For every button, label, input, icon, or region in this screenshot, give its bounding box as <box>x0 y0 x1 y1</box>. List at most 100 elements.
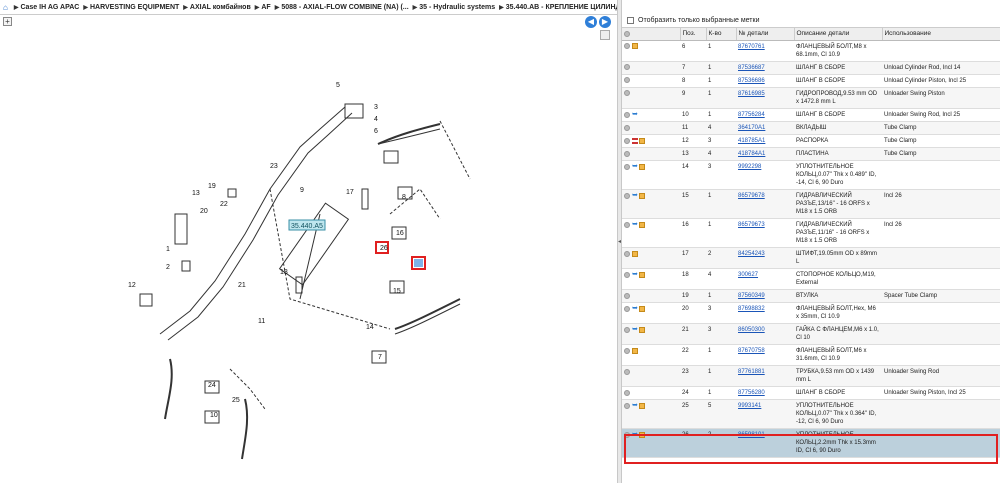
select-radio-icon[interactable] <box>624 368 630 375</box>
replace-arrow-icon[interactable]: ➥ <box>632 305 638 313</box>
cart-box-icon[interactable] <box>638 193 645 200</box>
part-number-link[interactable]: 86579673 <box>738 222 765 228</box>
breadcrumb-item[interactable]: 35.440.AB - КРЕПЛЕНИЕ ЦИЛИНДРА ПОВ... <box>506 4 620 11</box>
cart-box-icon[interactable] <box>632 347 638 354</box>
part-number-link[interactable]: 87670761 <box>738 44 765 50</box>
callout-number[interactable]: 5 <box>336 82 340 89</box>
select-radio-icon[interactable] <box>624 327 630 334</box>
callout-number[interactable]: 24 <box>208 382 216 389</box>
part-number-link[interactable]: 87670758 <box>738 348 765 354</box>
column-header[interactable]: К-во <box>706 28 737 41</box>
part-number-link[interactable]: 300627 <box>738 272 758 278</box>
table-row[interactable]: 6 1 87670761 ФЛАНЦЕВЫЙ БОЛТ,M8 x 68.1mm, Cl… <box>622 40 1000 62</box>
callout-number[interactable]: 26 <box>380 245 388 252</box>
table-row[interactable]: 23 1 87761881 ТРУБКА,9.53 mm OD x 1439 mm L… <box>622 365 1000 388</box>
callout-number[interactable]: 7 <box>378 354 382 361</box>
part-number-link[interactable]: 86579678 <box>738 193 765 199</box>
table-row[interactable]: ➥ 25 5 9993141 УПЛОТНИТЕЛЬНОЕ КОЛЬЦ,0.07" Th… <box>622 399 1000 430</box>
callout-number[interactable]: 2 <box>166 264 170 271</box>
breadcrumb-item[interactable]: Case IH AG APAC <box>20 4 79 11</box>
select-radio-icon[interactable] <box>624 193 630 200</box>
part-number-link[interactable]: 87756284 <box>738 112 765 118</box>
part-number-link[interactable]: 87560349 <box>738 293 765 299</box>
table-row[interactable]: ➥ 18 4 300627 СТОПОРНОЕ КОЛЬЦО,M19, External <box>622 268 1000 291</box>
callout-number[interactable]: 6 <box>374 128 378 135</box>
select-radio-icon[interactable] <box>624 42 630 49</box>
cart-box-icon[interactable] <box>639 137 645 144</box>
table-row[interactable]: 8 1 87536686 ШЛАНГ В СБОРЕ Unload Cylinder P… <box>622 74 1000 88</box>
part-number-link[interactable]: 87698832 <box>738 306 765 312</box>
part-number-link[interactable]: 87536687 <box>738 65 765 71</box>
back-arrow-icon[interactable]: ◀ <box>585 16 597 28</box>
part-number-link[interactable]: 418784A1 <box>738 151 765 157</box>
table-row[interactable]: 19 1 87560349 ВТУЛКА Spacer Tube Clamp <box>622 289 1000 304</box>
select-radio-icon[interactable] <box>624 63 630 70</box>
table-row[interactable]: ➥ 10 1 87756284 ШЛАНГ В СБОРЕ Unloader Swing … <box>622 108 1000 123</box>
part-number-link[interactable]: 87756280 <box>738 390 765 396</box>
select-radio-icon[interactable] <box>624 150 630 157</box>
column-header[interactable] <box>622 28 681 41</box>
table-row[interactable]: 12 3 418785A1 РАСПОРКА Tube Clamp <box>622 134 1000 149</box>
show-selected-checkbox[interactable] <box>627 17 634 24</box>
cart-box-icon[interactable] <box>632 250 638 257</box>
callout-number[interactable]: 15 <box>393 288 401 295</box>
cart-box-icon[interactable] <box>638 403 645 410</box>
part-number-link[interactable]: 9993141 <box>738 403 761 409</box>
callout-number[interactable]: 13 <box>192 190 200 197</box>
callout-number[interactable]: 11 <box>258 318 265 325</box>
part-number-link[interactable]: 84254243 <box>738 251 765 257</box>
cart-box-icon[interactable] <box>638 327 645 334</box>
table-row[interactable]: ➥ 21 3 86050300 ГАЙКА С ФЛАНЦЕМ,M6 x 1.0, Cl… <box>622 323 1000 346</box>
select-radio-icon[interactable] <box>624 403 630 410</box>
home-icon[interactable]: ⌂ <box>3 3 8 12</box>
select-radio-icon[interactable] <box>624 347 630 354</box>
table-row[interactable]: 11 4 364170A1 ВКЛАДЫШ Tube Clamp <box>622 121 1000 136</box>
replace-arrow-icon[interactable]: ➥ <box>632 192 638 200</box>
list-icon[interactable] <box>632 137 638 144</box>
select-radio-icon[interactable] <box>624 250 630 257</box>
table-row[interactable]: ➥ 20 3 87698832 ФЛАНЦЕВЫЙ БОЛТ,Hex, M6 x 35m… <box>622 302 1000 325</box>
replace-arrow-icon[interactable]: ➥ <box>632 221 638 229</box>
callout-number[interactable]: 25 <box>232 397 240 404</box>
callout-number[interactable]: 22 <box>220 201 228 208</box>
cart-box-icon[interactable] <box>638 272 645 279</box>
callout-number[interactable]: 18 <box>280 269 288 276</box>
table-row[interactable]: ➥ 16 1 86579673 ГИДРАВЛИЧЕСКИЙ РАЗЪЕ,11/16" … <box>622 218 1000 249</box>
part-number-link[interactable]: 9992298 <box>738 164 761 170</box>
part-number-link[interactable]: 87616985 <box>738 91 765 97</box>
table-row[interactable]: 22 1 87670758 ФЛАНЦЕВЫЙ БОЛТ,M6 x 31.6mm, C… <box>622 344 1000 367</box>
select-radio-icon[interactable] <box>624 306 630 313</box>
callout-number[interactable]: 4 <box>374 116 378 123</box>
column-header[interactable]: № детали <box>736 28 795 41</box>
select-radio-icon[interactable] <box>624 111 630 118</box>
replace-arrow-icon[interactable]: ➥ <box>632 271 638 279</box>
column-header[interactable]: Использование <box>882 28 1000 41</box>
cart-box-icon[interactable] <box>638 164 645 171</box>
callout-number[interactable]: 23 <box>270 163 278 170</box>
select-radio-icon[interactable] <box>624 89 630 96</box>
replace-arrow-icon[interactable]: ➥ <box>632 326 638 334</box>
select-radio-icon[interactable] <box>624 389 630 396</box>
part-number-link[interactable]: 86050300 <box>738 327 765 333</box>
select-radio-icon[interactable] <box>624 222 630 229</box>
callout-number[interactable]: 8 <box>402 194 406 201</box>
settings-icon[interactable] <box>624 30 630 37</box>
breadcrumb-item[interactable]: AXIAL комбайнов <box>190 4 251 11</box>
select-radio-icon[interactable] <box>624 292 630 299</box>
part-number-link[interactable]: 418785A1 <box>738 138 765 144</box>
table-row[interactable]: ➥ 15 1 86579678 ГИДРАВЛИЧЕСКИЙ РАЗЪЕ,13/16" … <box>622 189 1000 220</box>
callout-number[interactable]: 9 <box>300 187 304 194</box>
callout-number[interactable]: 17 <box>346 189 354 196</box>
callout-number[interactable]: 1 <box>166 246 170 253</box>
table-row[interactable]: 17 2 84254243 ШТИФТ,19.05mm OD x 89mm L <box>622 247 1000 270</box>
callout-number[interactable]: 20 <box>200 208 208 215</box>
add-button[interactable]: + <box>3 17 12 26</box>
cart-box-icon[interactable] <box>632 42 638 49</box>
part-number-link[interactable]: 87761881 <box>738 369 765 375</box>
table-row[interactable]: 24 1 87756280 ШЛАНГ В СБОРЕ Unloader Swing P… <box>622 386 1000 401</box>
forward-arrow-icon[interactable]: ▶ <box>599 16 611 28</box>
select-radio-icon[interactable] <box>624 272 630 279</box>
table-row[interactable]: 13 4 418784A1 ПЛАСТИНА Tube Clamp <box>622 147 1000 162</box>
callout-number[interactable]: 19 <box>208 183 216 190</box>
callout-number[interactable]: 16 <box>396 230 404 237</box>
